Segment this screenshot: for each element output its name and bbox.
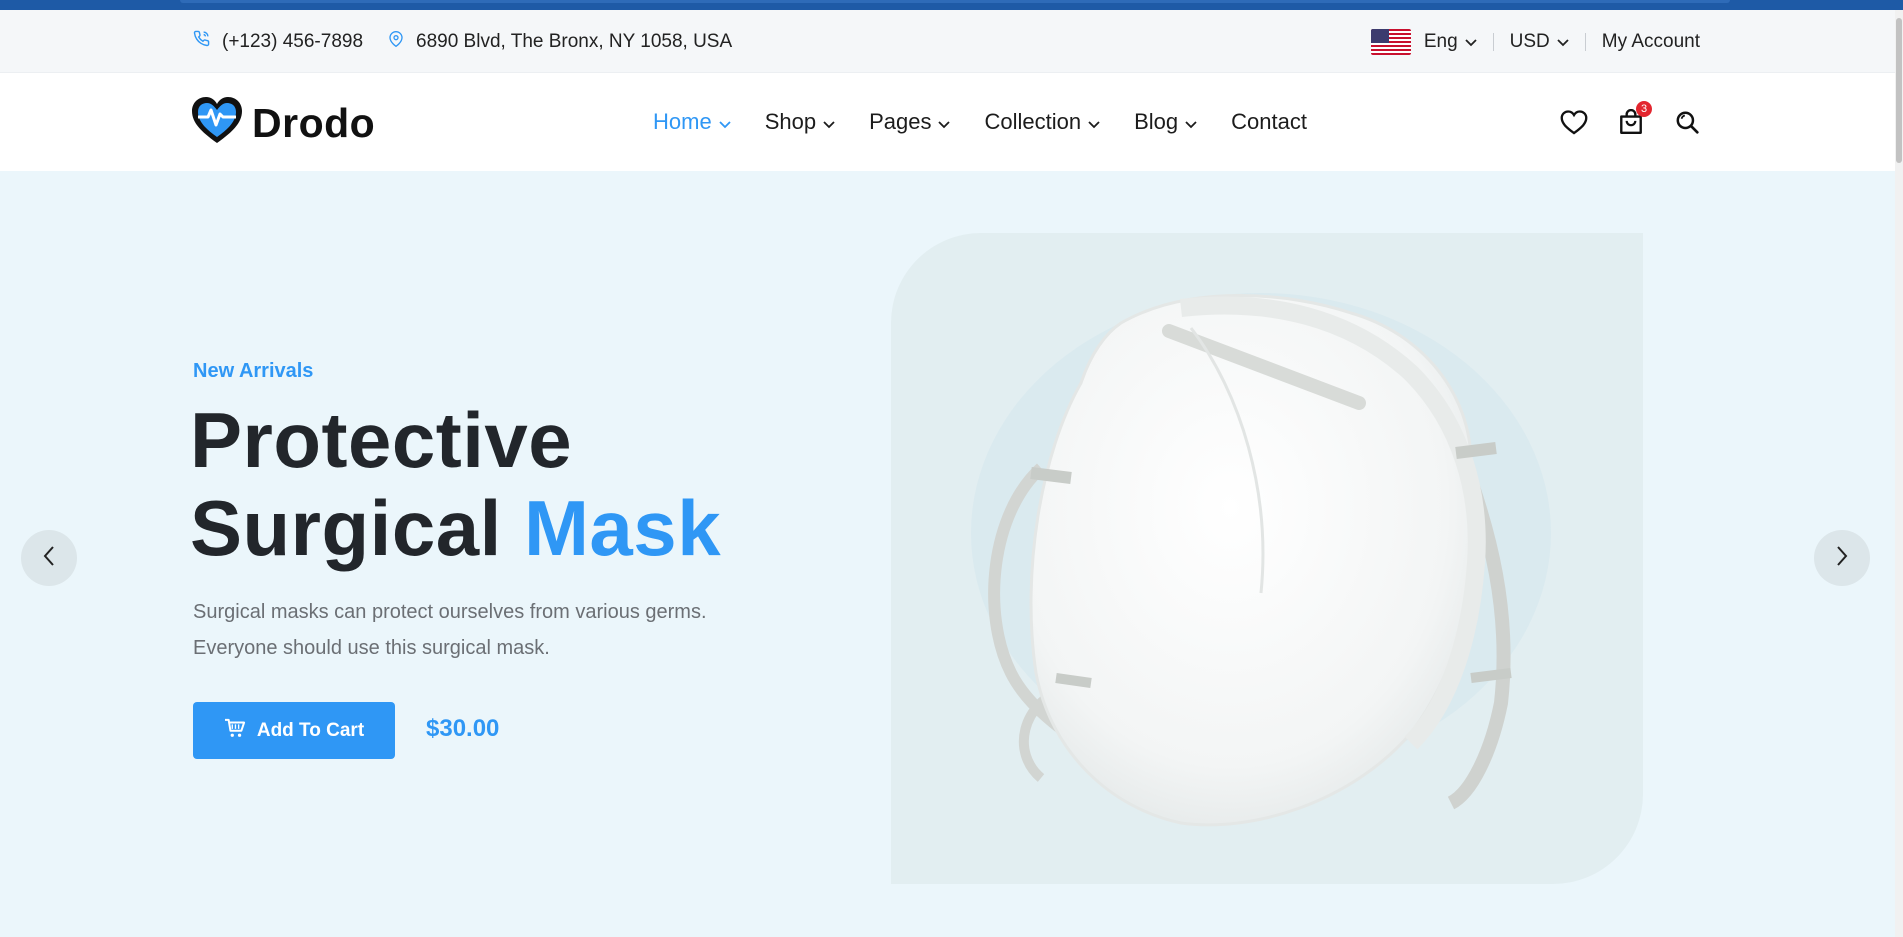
language-selector[interactable]: Eng: [1424, 31, 1477, 53]
nav-label: Blog: [1134, 109, 1179, 134]
nav-item-blog[interactable]: Blog: [1134, 109, 1197, 135]
chevron-left-icon: [43, 545, 55, 572]
cart-count-badge: 3: [1636, 100, 1652, 117]
my-account-link[interactable]: My Account: [1602, 31, 1700, 53]
hero-title-accent: Mask: [523, 484, 722, 572]
nav-label: Contact: [1231, 109, 1307, 134]
divider: [1584, 32, 1586, 51]
main-nav: Home Shop Pages Collection Blog Contact: [653, 73, 1341, 171]
hero-title: Protective Surgical Mask: [190, 396, 721, 572]
nav-item-home[interactable]: Home: [653, 109, 731, 135]
nav-label: Shop: [764, 109, 817, 134]
chevron-down-icon: [1465, 31, 1477, 53]
chevron-down-icon: [1185, 109, 1197, 135]
heart-pulse-logo-icon: [190, 95, 244, 152]
header-actions: 3: [1530, 73, 1700, 171]
chevron-right-icon: [1836, 545, 1848, 572]
add-to-cart-label: Add To Cart: [256, 719, 365, 741]
top-info-bar: (+123) 456-7898 6890 Blvd, The Bronx, NY…: [0, 10, 1903, 73]
hero-subtitle: New Arrivals: [193, 360, 314, 382]
currency-selector[interactable]: USD: [1510, 31, 1569, 53]
phone-number: (+123) 456-7898: [222, 30, 364, 52]
scrollbar-thumb[interactable]: [1896, 18, 1902, 163]
slider-prev-button[interactable]: [21, 530, 77, 586]
nav-label: Home: [653, 109, 712, 134]
hero-description-line2: Everyone should use this surgical mask.: [193, 637, 550, 659]
map-pin-icon: [388, 30, 416, 54]
nav-label: Collection: [984, 109, 1082, 134]
nav-item-collection[interactable]: Collection: [984, 109, 1100, 135]
address-info: 6890 Blvd, The Bronx, NY 1058, USA: [388, 10, 732, 73]
hero-description: Surgical masks can protect ourselves fro…: [193, 594, 793, 666]
divider: [1492, 32, 1494, 51]
main-header: Drodo Home Shop Pages Collection Blog Co…: [0, 73, 1903, 171]
add-to-cart-button[interactable]: Add To Cart: [193, 702, 395, 759]
nav-item-contact[interactable]: Contact: [1231, 109, 1307, 135]
chevron-down-icon: [1088, 109, 1100, 135]
browser-tab-edge: [180, 0, 1730, 3]
search-icon[interactable]: [1674, 109, 1700, 135]
hero-slider: New Arrivals Protective Surgical Mask Su…: [0, 171, 1903, 937]
phone-info[interactable]: (+123) 456-7898: [193, 10, 363, 73]
nav-label: Pages: [869, 109, 932, 134]
hero-description-line1: Surgical masks can protect ourselves fro…: [193, 601, 707, 623]
chevron-down-icon: [719, 109, 731, 135]
hero-title-line1: Protective: [190, 396, 573, 484]
surgical-mask-image: [971, 293, 1551, 827]
currency-label: USD: [1509, 30, 1550, 52]
nav-item-shop[interactable]: Shop: [765, 109, 835, 135]
slider-next-button[interactable]: [1814, 530, 1870, 586]
phone-icon: [193, 30, 222, 53]
browser-chrome-strip: [0, 0, 1903, 10]
chevron-down-icon: [823, 109, 835, 135]
product-price: $30.00: [426, 715, 500, 742]
chevron-down-icon: [1557, 31, 1569, 53]
hero-title-line2: Surgical: [190, 484, 524, 572]
product-image-frame: [891, 233, 1643, 884]
address-text: 6890 Blvd, The Bronx, NY 1058, USA: [416, 30, 733, 52]
topbar-right-controls: Eng USD My Account: [1370, 10, 1700, 73]
shopping-bag-icon[interactable]: 3: [1618, 100, 1652, 136]
nav-item-pages[interactable]: Pages: [869, 109, 951, 135]
logo-text: Drodo: [252, 100, 376, 146]
heart-icon[interactable]: [1560, 109, 1588, 135]
chevron-down-icon: [938, 109, 951, 135]
language-label: Eng: [1423, 30, 1458, 52]
page-scrollbar[interactable]: [1895, 10, 1903, 937]
cart-icon: [224, 718, 257, 744]
us-flag-icon: [1370, 28, 1411, 55]
site-logo[interactable]: Drodo: [190, 95, 375, 152]
